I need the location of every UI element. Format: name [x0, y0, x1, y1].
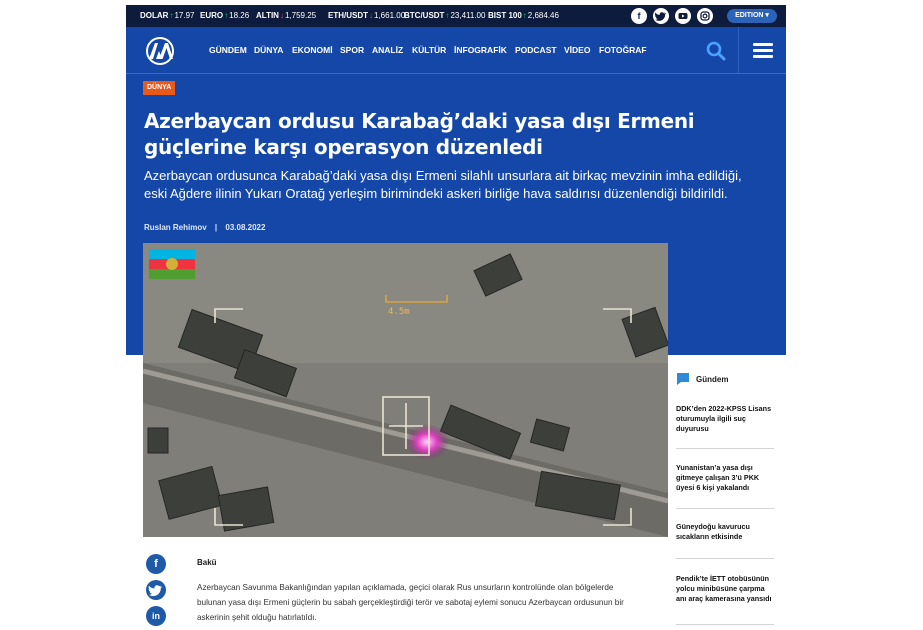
sidebar-divider: [676, 508, 774, 509]
nav-item-podcast[interactable]: PODCAST: [515, 45, 557, 55]
menu-bar: [753, 49, 773, 52]
speech-bubble-icon: [677, 373, 689, 385]
publish-date: 03.08.2022: [225, 223, 266, 232]
nav-item-ekonomi[interactable]: EKONOMİ: [292, 45, 333, 55]
ticker-item[interactable]: ALTIN↓1,759.25: [256, 11, 316, 20]
nav-item-gundem[interactable]: GÜNDEM: [209, 45, 247, 55]
sidebar-divider: [676, 558, 774, 559]
sidebar-divider: [676, 624, 774, 625]
sidebar-news-item[interactable]: DDK’den 2022-KPSS Lisans oturumuyla ilgi…: [676, 404, 774, 434]
ticker-label: ALTIN: [256, 11, 279, 20]
nav-item-kultur[interactable]: KÜLTÜR: [412, 45, 446, 55]
menu-bar: [753, 55, 773, 58]
sidebar-news-item[interactable]: Pendik’te İETT otobüsünün yolcu minibüsü…: [676, 574, 774, 604]
arrow-up-icon: ↑: [224, 11, 229, 20]
arrow-down-icon: ↓: [369, 11, 373, 20]
ticker-item[interactable]: ETH/USDT↓1,661.00: [328, 11, 405, 20]
edition-dropdown[interactable]: EDITION ▾: [727, 9, 777, 23]
menu-bar: [753, 43, 773, 46]
ticker-label: ETH/USDT: [328, 11, 368, 20]
edition-label: EDITION: [735, 12, 764, 19]
search-icon[interactable]: [705, 40, 727, 62]
ticker-value: 18.26: [229, 11, 250, 20]
category-badge[interactable]: DÜNYA: [143, 81, 176, 95]
header-divider: [126, 73, 786, 74]
arrow-up-icon: ↑: [169, 11, 174, 20]
ticker-bar: DOLAR↑17.97 EURO↑18.26 ALTIN↓1,759.25 ET…: [126, 5, 786, 27]
arrow-down-icon: ↓: [279, 11, 284, 20]
article-summary: Azerbaycan ordusunca Karabağ’daki yasa d…: [144, 168, 742, 201]
drone-footage-image: 4.5m: [143, 243, 668, 537]
share-linkedin-button[interactable]: in: [146, 606, 166, 626]
ticker-value: 23,411.00: [450, 11, 486, 20]
ticker-label: BIST 100: [488, 11, 522, 20]
ticker-value: 1,661.00: [374, 11, 406, 20]
nav-item-dunya[interactable]: DÜNYA: [254, 45, 283, 55]
nav-item-infografik[interactable]: İNFOGRAFİK: [454, 45, 507, 55]
nav-item-video[interactable]: VİDEO: [564, 45, 590, 55]
ticker-value: 1,759.25: [284, 11, 317, 20]
aa-logo[interactable]: [143, 37, 177, 65]
article-body: Azerbaycan Savunma Bakanlığından yapılan…: [197, 583, 624, 622]
nav-item-analiz[interactable]: ANALİZ: [372, 45, 403, 55]
sidebar-news-item[interactable]: Yunanistan’a yasa dışı gitmeye çalışan 3…: [676, 463, 774, 493]
distance-readout: 4.5m: [388, 307, 410, 317]
nav-item-spor[interactable]: SPOR: [340, 45, 364, 55]
ticker-label: EURO: [200, 11, 224, 20]
instagram-icon[interactable]: [697, 8, 713, 24]
ticker-label: DOLAR: [140, 11, 169, 20]
facebook-icon[interactable]: f: [631, 8, 647, 24]
byline-separator: |: [214, 223, 218, 232]
ticker-value: 2,684.46: [527, 11, 559, 20]
nav-item-fotograf[interactable]: FOTOĞRAF: [599, 45, 647, 55]
sidebar-heading: Gündem: [696, 375, 729, 384]
ticker-item[interactable]: EURO↑18.26: [200, 11, 249, 20]
byline: Ruslan Rehimov | 03.08.2022: [144, 223, 265, 232]
arrow-up-icon: ↑: [522, 11, 527, 20]
sidebar-divider: [676, 448, 774, 449]
twitter-icon[interactable]: [653, 8, 669, 24]
ticker-label: BTC/USDT: [404, 11, 445, 20]
ticker-item[interactable]: DOLAR↑17.97: [140, 11, 194, 20]
article-title: Azerbaycan ordusu Karabağ’daki yasa dışı…: [144, 109, 695, 159]
chevron-down-icon: ▾: [765, 12, 769, 19]
menu-button[interactable]: [738, 27, 787, 73]
share-twitter-button[interactable]: [146, 580, 166, 600]
azerbaijan-flag-icon: [149, 249, 195, 279]
author-name[interactable]: Ruslan Rehimov: [144, 223, 207, 232]
ticker-item[interactable]: BTC/USDT↑23,411.00: [404, 11, 485, 20]
arrow-up-icon: ↑: [445, 11, 450, 20]
ticker-value: 17.97: [174, 11, 195, 20]
ticker-item[interactable]: BIST 100↑2,684.46: [488, 11, 559, 20]
article-hero-image[interactable]: 4.5m: [143, 243, 668, 537]
dateline-location: Bakü: [197, 558, 217, 567]
sidebar-news-item[interactable]: Güneydoğu kavurucu sıcakların etkisinde: [676, 522, 774, 542]
share-facebook-button[interactable]: f: [146, 554, 166, 574]
youtube-icon[interactable]: [675, 8, 691, 24]
